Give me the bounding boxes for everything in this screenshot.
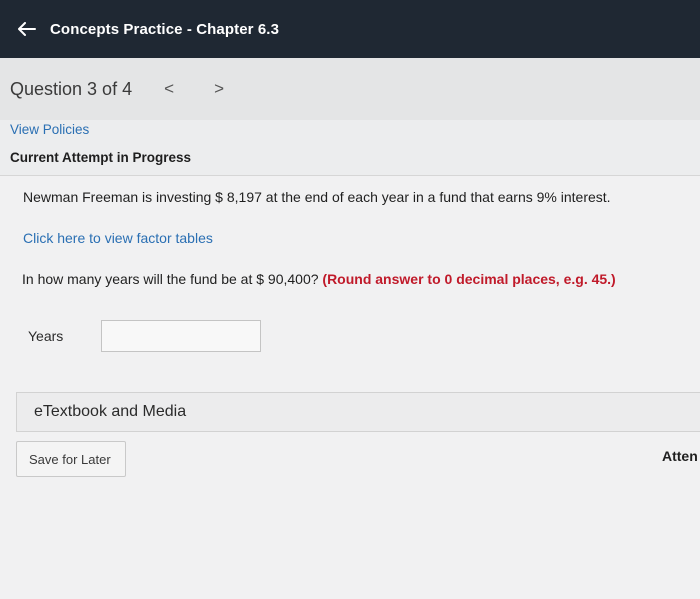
arrow-left-icon[interactable] xyxy=(16,18,38,40)
question-text: Newman Freeman is investing $ 8,197 at t… xyxy=(23,189,611,205)
question-counter: Question 3 of 4 xyxy=(10,78,133,99)
rounding-instruction: (Round answer to 0 decimal places, e.g. … xyxy=(322,271,616,287)
answer-label: Years xyxy=(28,328,64,344)
view-policies-link[interactable]: View Policies xyxy=(10,122,89,137)
attempts-label: Atten xyxy=(662,448,698,464)
previous-question-button[interactable]: < xyxy=(162,79,176,99)
etextbook-media-section[interactable]: eTextbook and Media xyxy=(16,392,700,432)
factor-tables-link[interactable]: Click here to view factor tables xyxy=(23,230,213,246)
question-navigation: Question 3 of 4 < > xyxy=(0,58,700,120)
save-for-later-button[interactable]: Save for Later xyxy=(16,441,126,477)
next-question-button[interactable]: > xyxy=(212,79,226,99)
page-title: Concepts Practice - Chapter 6.3 xyxy=(50,20,280,38)
years-answer-input[interactable] xyxy=(101,320,261,352)
question-prompt: In how many years will the fund be at $ … xyxy=(22,271,616,287)
top-bar: Concepts Practice - Chapter 6.3 xyxy=(0,0,700,58)
attempt-status: Current Attempt in Progress xyxy=(10,150,192,165)
prompt-text: In how many years will the fund be at $ … xyxy=(22,271,323,287)
question-panel: Newman Freeman is investing $ 8,197 at t… xyxy=(0,175,700,599)
